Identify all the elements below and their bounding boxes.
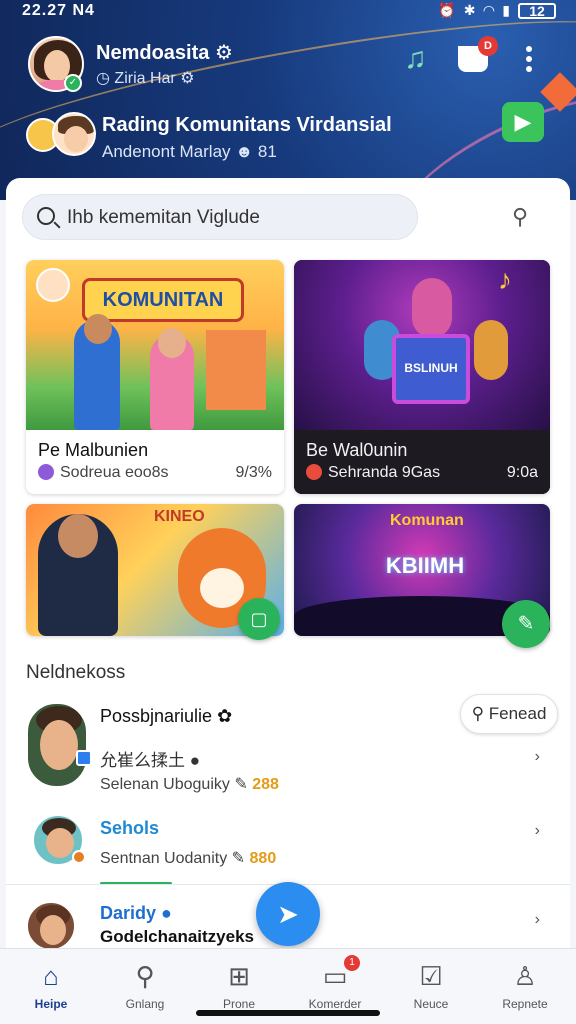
list-item-line: 允崔么揉土 ● bbox=[100, 751, 201, 770]
send-button[interactable]: ➤ bbox=[256, 882, 320, 946]
gear-icon: ⚙ bbox=[180, 70, 195, 87]
emoji-icon: ● bbox=[161, 903, 172, 923]
cart-badge: D bbox=[478, 36, 498, 56]
search-icon: ⚲ bbox=[471, 704, 485, 723]
emoji-icon: ✿ bbox=[217, 706, 233, 726]
group-icon bbox=[38, 464, 54, 480]
nav-item-search[interactable]: ⚲ Gnlang bbox=[100, 961, 190, 1011]
chat-icon: ▭ bbox=[322, 961, 348, 991]
group-icon bbox=[306, 464, 322, 480]
card-stat: 9/3% bbox=[235, 464, 272, 481]
card-caption: Be Wal0unin Sehranda 9Gas 9:0a bbox=[294, 430, 550, 494]
verified-icon: ✓ bbox=[64, 74, 82, 92]
search-bar[interactable]: Ihb kememitan Viglude bbox=[22, 194, 418, 240]
card-title: Pe Malbunien bbox=[38, 440, 149, 460]
card-stat: 9:0a bbox=[506, 464, 538, 481]
search-icon bbox=[37, 207, 55, 225]
home-indicator[interactable] bbox=[196, 1010, 380, 1016]
music-icon[interactable]: ♫ bbox=[404, 42, 427, 76]
music-note-icon: ♪ bbox=[498, 264, 512, 295]
nav-item-add[interactable]: ⊞ Prone bbox=[194, 961, 284, 1011]
card-caption: Pe Malbunien Sodreua eoo8s 9/3% bbox=[26, 430, 284, 494]
list-item-line: Godelchanaitzyeks bbox=[100, 927, 255, 946]
notification-badge: 1 bbox=[344, 955, 360, 971]
gear-icon: ⚙ bbox=[214, 42, 233, 64]
search-icon: ⚲ bbox=[135, 961, 155, 991]
badge-icon bbox=[72, 850, 86, 864]
card-sign: KBIIMH bbox=[385, 553, 465, 578]
emoji-icon: ☻ bbox=[235, 142, 254, 161]
card-image: ♪ BSLINUH bbox=[294, 260, 550, 430]
list-item-meta: Sentnan Uodanity ✎ 880 bbox=[100, 850, 277, 867]
nav-item-profile[interactable]: ♙ Repnete bbox=[480, 961, 570, 1011]
card-image: KOMUNITAN bbox=[26, 260, 284, 430]
status-time: 22.27 N4 bbox=[22, 2, 95, 19]
avatar[interactable] bbox=[26, 702, 88, 788]
alarm-icon: ⏰ bbox=[438, 2, 456, 18]
pin-icon[interactable]: ⚲ bbox=[512, 204, 540, 232]
singer-illustration bbox=[38, 514, 118, 636]
profile-name[interactable]: Nemdoasita ⚙ bbox=[96, 40, 233, 65]
nav-item-checklist[interactable]: ☑ Neuce bbox=[386, 961, 476, 1011]
list-item-name: Sehols bbox=[100, 818, 160, 838]
chevron-down-icon[interactable]: › bbox=[535, 822, 540, 840]
card-subtitle: Sehranda 9Gas bbox=[306, 464, 440, 482]
card-banner: KOMUNITAN bbox=[82, 278, 244, 322]
nav-label: Gnlang bbox=[125, 997, 165, 1011]
community-title[interactable]: Rading Komunitans Virdansial bbox=[102, 114, 392, 137]
nav-label: Prone bbox=[222, 997, 256, 1011]
wifi-icon: ◠ bbox=[483, 2, 495, 18]
card-banner: KINEO bbox=[154, 508, 205, 525]
clock-icon: ◷ bbox=[96, 70, 110, 87]
signal-icon: ▮ bbox=[502, 2, 510, 18]
app-header: 22.27 N4 ⏰ ✱ ◠ ▮ 12 ✓ Nemdoasita ⚙ ◷ Zir… bbox=[0, 0, 576, 200]
community-card[interactable]: ♪ BSLINUH Be Wal0unin Sehranda 9Gas 9:0a bbox=[294, 260, 550, 494]
status-icons: ⏰ ✱ ◠ ▮ 12 bbox=[438, 2, 556, 19]
card-subtitle: Sodreua eoo8s bbox=[38, 464, 169, 482]
checklist-icon: ☑ bbox=[419, 961, 443, 991]
card-banner: Komunan bbox=[390, 512, 464, 529]
nav-label: Heipe bbox=[34, 997, 68, 1011]
community-card[interactable]: KOMUNITAN Pe Malbunien Sodreua eoo8s 9/3… bbox=[26, 260, 284, 494]
nav-item-chat[interactable]: ▭ 1 Komerder bbox=[290, 955, 380, 1011]
card-avatar bbox=[36, 268, 70, 302]
more-options-icon[interactable] bbox=[526, 46, 534, 76]
list-item[interactable]: Sehols Sentnan Uodanity ✎ 880 › bbox=[6, 812, 570, 885]
list-item-meta: Selenan Uboguiky ✎ 288 bbox=[100, 776, 279, 793]
avatar[interactable] bbox=[26, 901, 76, 951]
nav-label: Neuce bbox=[413, 997, 449, 1011]
list-item-name: Possbjnariulie ✿ bbox=[100, 706, 233, 726]
section-title: Neldnekoss bbox=[26, 662, 126, 683]
fire-icon: ✎ bbox=[234, 776, 248, 793]
fire-icon: ✎ bbox=[231, 850, 246, 867]
bluetooth-icon: ✱ bbox=[463, 2, 476, 18]
chat-button[interactable]: ▢ bbox=[238, 598, 280, 640]
home-icon: ⌂ bbox=[43, 961, 59, 991]
card-title: Be Wal0unin bbox=[306, 440, 408, 460]
badge-icon bbox=[76, 750, 92, 766]
play-icon[interactable]: ▶ bbox=[502, 102, 544, 142]
list-item[interactable]: Possbjnariulie ✿ 允崔么揉土 ● Selenan Uboguik… bbox=[6, 694, 570, 800]
chevron-down-icon[interactable]: › bbox=[535, 748, 540, 766]
add-icon: ⊞ bbox=[228, 961, 250, 991]
nav-item-home[interactable]: ⌂ Heipe bbox=[6, 961, 96, 1011]
community-avatar[interactable] bbox=[52, 112, 96, 156]
nav-label: Komerder bbox=[308, 997, 362, 1011]
edit-button[interactable]: ✎ bbox=[502, 600, 550, 648]
card-screen: BSLINUH bbox=[392, 334, 470, 404]
follow-button[interactable]: ⚲ Fenead bbox=[460, 694, 558, 734]
community-subtitle: Andenont Marlay ☻ 81 bbox=[102, 142, 277, 161]
list-item-name: Daridy ● bbox=[100, 903, 172, 923]
emoji-icon: ● bbox=[189, 751, 201, 770]
profile-icon: ♙ bbox=[513, 961, 537, 991]
search-input[interactable]: Ihb kememitan Viglude bbox=[67, 207, 260, 229]
status-bar: 22.27 N4 ⏰ ✱ ◠ ▮ 12 bbox=[0, 0, 576, 24]
chevron-down-icon[interactable]: › bbox=[535, 911, 540, 929]
nav-label: Repnete bbox=[502, 997, 548, 1011]
battery-icon: 12 bbox=[518, 2, 556, 19]
profile-subtitle: ◷ Ziria Har ⚙ bbox=[96, 70, 195, 87]
